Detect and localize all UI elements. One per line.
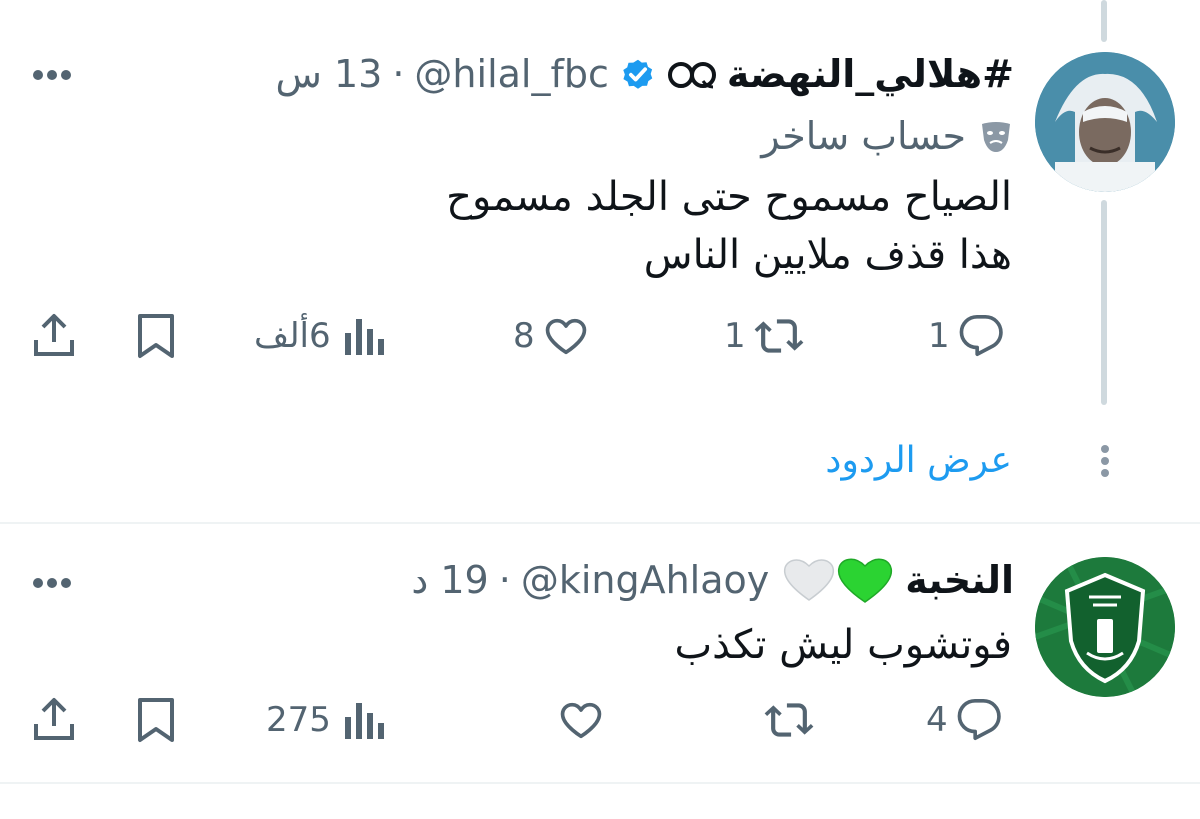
heart-icon xyxy=(543,313,589,359)
views-count: 275 xyxy=(266,700,331,740)
tweet-text: فوتشوب ليش تكذب xyxy=(252,616,1012,674)
parody-label: حساب ساخر xyxy=(700,110,1014,162)
user-handle[interactable]: @hilal_fbc xyxy=(414,52,608,96)
parody-label-text: حساب ساخر xyxy=(761,114,966,158)
more-options-button[interactable] xyxy=(32,66,72,80)
show-replies-link[interactable]: عرض الردود xyxy=(825,440,1012,481)
tweet-header: 19 د · @kingAhlaoy النخبة xyxy=(360,554,1014,606)
ghost-glasses-icon xyxy=(667,55,717,93)
reply-count: 1 xyxy=(928,316,950,356)
share-icon xyxy=(34,698,74,740)
avatar[interactable] xyxy=(1035,52,1175,192)
vertical-dots-icon xyxy=(1099,444,1111,478)
tweet-text-line: هذا قذف ملايين الناس xyxy=(643,232,1012,278)
hearts-emoji xyxy=(779,554,895,606)
reply-button[interactable]: 4 xyxy=(926,696,1002,744)
views-icon xyxy=(341,313,385,359)
bookmark-icon xyxy=(138,698,174,742)
separator: · xyxy=(498,558,511,602)
like-button[interactable]: 8 xyxy=(513,312,589,360)
heart-icon xyxy=(558,697,604,743)
avatar[interactable] xyxy=(1035,557,1175,697)
divider xyxy=(0,782,1200,784)
share-button[interactable] xyxy=(32,696,76,742)
reply-icon xyxy=(958,313,1004,359)
more-options-button[interactable] xyxy=(32,574,72,588)
user-handle[interactable]: @kingAhlaoy xyxy=(521,558,769,602)
display-name[interactable]: النخبة xyxy=(905,558,1014,602)
retweet-icon xyxy=(764,697,814,743)
retweet-button[interactable]: 1 xyxy=(724,312,804,360)
retweet-count: 1 xyxy=(724,316,746,356)
reply-button[interactable]: 1 xyxy=(928,312,1004,360)
tweet-time[interactable]: 19 د xyxy=(411,558,488,602)
separator: · xyxy=(392,52,405,96)
share-button[interactable] xyxy=(32,312,76,358)
divider xyxy=(0,522,1200,524)
display-name[interactable]: #هلالي_النهضة xyxy=(727,52,1014,96)
bookmark-icon xyxy=(138,314,174,358)
bookmark-button[interactable] xyxy=(136,696,176,744)
tweet-time[interactable]: 13 س xyxy=(276,52,383,96)
share-icon xyxy=(34,314,74,356)
views-icon xyxy=(341,697,385,743)
thread-line-top xyxy=(1101,0,1107,42)
views-button[interactable]: 6ألف xyxy=(254,312,385,360)
like-button[interactable] xyxy=(550,696,604,744)
thread-line-main xyxy=(1101,200,1107,405)
tweet-text-line: فوتشوب ليش تكذب xyxy=(674,622,1012,668)
reply-count: 4 xyxy=(926,700,948,740)
tweet-header: 13 س · @hilal_fbc #هلالي_النهضة xyxy=(222,48,1015,100)
views-count: 6ألف xyxy=(254,316,331,356)
like-count: 8 xyxy=(513,316,535,356)
theater-masks-icon xyxy=(978,118,1014,154)
bookmark-button[interactable] xyxy=(136,312,176,360)
retweet-icon xyxy=(754,313,804,359)
retweet-button[interactable] xyxy=(756,696,814,744)
tweet-text-line: الصياح مسموح حتى الجلد مسموح xyxy=(446,174,1012,220)
verified-badge-icon xyxy=(619,55,657,93)
reply-icon xyxy=(956,697,1002,743)
views-button[interactable]: 275 xyxy=(266,696,385,744)
tweet-text: الصياح مسموح حتى الجلد مسموح هذا قذف ملا… xyxy=(252,168,1012,284)
